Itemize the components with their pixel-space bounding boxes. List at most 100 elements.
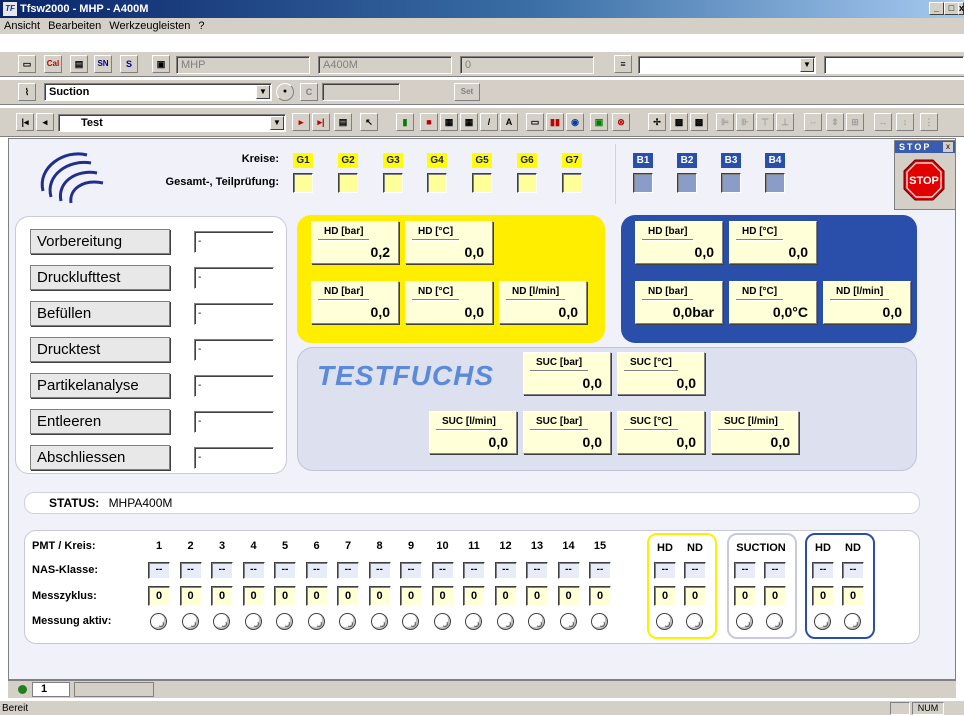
a400m-field[interactable]: A400M	[318, 56, 452, 74]
same-width-icon[interactable]: ⇔	[804, 113, 822, 131]
chevron-down-icon[interactable]: ▼	[270, 116, 284, 130]
number-field[interactable]: 0	[460, 56, 594, 74]
save-icon[interactable]: ▭	[18, 55, 36, 73]
line-icon[interactable]: /	[480, 113, 498, 131]
image-icon[interactable]: ▭	[526, 113, 544, 131]
delete-icon[interactable]: ⊗	[612, 113, 630, 131]
step-button-6[interactable]: Entleeren	[30, 409, 170, 434]
first-icon[interactable]: |◂	[16, 113, 34, 131]
list-icon[interactable]: ≡	[614, 55, 632, 73]
maximize-button[interactable]: □	[944, 2, 959, 15]
text-icon[interactable]: A	[500, 113, 518, 131]
toolbar2-field[interactable]	[322, 83, 400, 101]
circuit-g5-checkbox[interactable]	[472, 173, 492, 193]
step-button-7[interactable]: Abschliessen	[30, 445, 170, 470]
step-button-2[interactable]: Drucklufttest	[30, 265, 170, 290]
cal-button[interactable]: Cal	[44, 55, 62, 73]
messung-aktiv-led-4[interactable]	[244, 613, 262, 630]
c-button[interactable]: C	[300, 83, 318, 101]
move-icon[interactable]: ✢	[648, 113, 666, 131]
last-icon[interactable]: ▸|	[312, 113, 330, 131]
stop-round-icon[interactable]: ●	[276, 83, 294, 101]
messung-aktiv-led-1[interactable]	[150, 613, 167, 630]
circuit-g4-checkbox[interactable]	[427, 173, 447, 193]
messung-aktiv-led-13[interactable]	[528, 613, 545, 630]
test-combo[interactable]: Test ▼	[58, 114, 286, 132]
bottom-scroll[interactable]	[74, 682, 154, 697]
bars-icon[interactable]: ▮▮	[546, 113, 564, 131]
messung-aktiv-led-yellow-2[interactable]	[686, 613, 703, 630]
back-icon[interactable]: ▩	[690, 113, 708, 131]
step-button-1[interactable]: Vorbereitung	[30, 229, 170, 254]
set-button[interactable]: Set	[454, 83, 480, 101]
circuit-g6-checkbox[interactable]	[517, 173, 537, 193]
bottom-tab[interactable]: 1	[32, 682, 70, 697]
align-top-icon[interactable]: ⊤	[756, 113, 774, 131]
chevron-down-icon[interactable]: ▼	[256, 85, 270, 99]
circuit-b2-checkbox[interactable]	[677, 173, 697, 193]
rect-icon[interactable]: ■	[420, 113, 438, 131]
align-left-icon[interactable]: ⊫	[716, 113, 734, 131]
stop-sign-icon[interactable]: STOP	[903, 159, 945, 201]
toolbar-combo[interactable]: ▼	[638, 56, 816, 74]
folder-icon[interactable]: ▤	[70, 55, 88, 73]
prev-icon[interactable]: ◂	[36, 113, 54, 131]
circuit-g2-checkbox[interactable]	[338, 173, 358, 193]
pointer-icon[interactable]: ↖	[360, 113, 378, 131]
messung-aktiv-led-7[interactable]	[339, 613, 356, 630]
device-icon[interactable]: ▣	[152, 55, 170, 73]
menu-ansicht[interactable]: Ansicht	[4, 20, 40, 32]
messung-aktiv-led-8[interactable]	[370, 613, 388, 630]
messung-aktiv-led-14[interactable]	[559, 613, 577, 630]
messung-aktiv-led-15[interactable]	[591, 613, 608, 630]
messung-aktiv-led-blue-2[interactable]	[844, 613, 861, 630]
messung-aktiv-led-yellow-1[interactable]	[656, 613, 673, 630]
space-v-icon[interactable]: ↕	[896, 113, 914, 131]
circuit-g3-checkbox[interactable]	[383, 173, 403, 193]
circuit-b3-checkbox[interactable]	[721, 173, 741, 193]
menu-werkzeugleisten[interactable]: Werkzeugleisten	[109, 20, 190, 32]
grid-icon[interactable]: ⋮	[920, 113, 938, 131]
menu-bearbeiten[interactable]: Bearbeiten	[48, 20, 101, 32]
mhp-field[interactable]: MHP	[176, 56, 310, 74]
panel-icon[interactable]: ▣	[590, 113, 608, 131]
messung-aktiv-led-12[interactable]	[496, 613, 514, 630]
circuit-g1-checkbox[interactable]	[293, 173, 313, 193]
gauge-icon[interactable]: ◉	[566, 113, 584, 131]
chevron-down-icon[interactable]: ▼	[800, 58, 814, 72]
messung-aktiv-led-11[interactable]	[465, 613, 482, 630]
suction-combo[interactable]: Suction ▼	[44, 83, 272, 101]
messung-aktiv-led-10[interactable]	[433, 613, 451, 630]
print2-icon[interactable]: ▦	[460, 113, 478, 131]
messung-aktiv-led-suction-1[interactable]	[736, 613, 753, 630]
same-height-icon[interactable]: ⇕	[826, 113, 844, 131]
front-icon[interactable]: ▩	[670, 113, 688, 131]
circuit-b4-checkbox[interactable]	[765, 173, 785, 193]
s-button[interactable]: S	[120, 55, 138, 73]
messung-aktiv-led-suction-2[interactable]	[766, 613, 783, 630]
align-bottom-icon[interactable]: ⊥	[776, 113, 794, 131]
sn-button[interactable]: SN	[94, 55, 112, 73]
close-button[interactable]: x	[958, 2, 964, 15]
minimize-button[interactable]: _	[929, 2, 944, 15]
stop-close-icon[interactable]: x	[943, 142, 953, 152]
messung-aktiv-led-9[interactable]	[402, 613, 419, 630]
align-right-icon[interactable]: ⊪	[736, 113, 754, 131]
space-h-icon[interactable]: ↔	[874, 113, 892, 131]
print-icon[interactable]: ▦	[440, 113, 458, 131]
messung-aktiv-led-5[interactable]	[276, 613, 293, 630]
messung-aktiv-led-6[interactable]	[307, 613, 325, 630]
table-icon[interactable]: ▤	[334, 113, 352, 131]
messung-aktiv-led-2[interactable]	[181, 613, 199, 630]
chart-icon[interactable]: ⌇	[18, 83, 36, 101]
menu-help[interactable]: ?	[198, 20, 204, 32]
step-button-5[interactable]: Partikelanalyse	[30, 373, 170, 398]
circuit-b1-checkbox[interactable]	[633, 173, 653, 193]
toolbar-field-right[interactable]	[824, 56, 964, 74]
step-button-3[interactable]: Befüllen	[30, 301, 170, 326]
messung-aktiv-led-3[interactable]	[213, 613, 230, 630]
messung-aktiv-led-blue-1[interactable]	[814, 613, 831, 630]
color-icon[interactable]: ▮	[396, 113, 414, 131]
same-size-icon[interactable]: ⊞	[846, 113, 864, 131]
circuit-g7-checkbox[interactable]	[562, 173, 582, 193]
